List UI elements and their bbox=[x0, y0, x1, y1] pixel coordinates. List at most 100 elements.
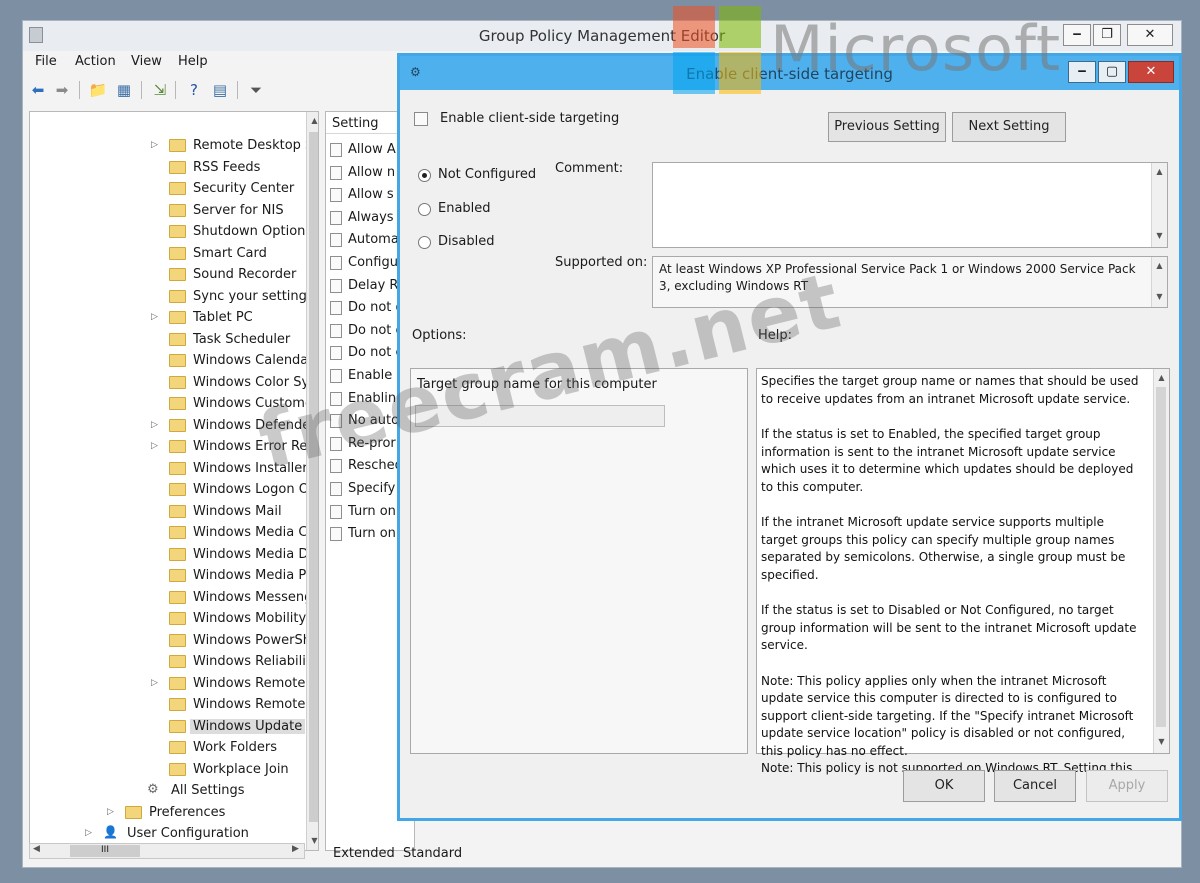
tree-item[interactable]: Workplace Join bbox=[30, 760, 304, 781]
tree-item[interactable]: Windows Media Cente bbox=[30, 523, 318, 544]
radio-enabled-indicator[interactable] bbox=[418, 203, 431, 216]
scroll-up-icon[interactable]: ▲ bbox=[1155, 371, 1168, 385]
tree-item[interactable]: Windows Installer bbox=[30, 459, 308, 480]
dialog-close-button[interactable]: ✕ bbox=[1128, 61, 1174, 83]
expand-arrow-icon[interactable]: ▷ bbox=[151, 441, 161, 451]
expand-arrow-icon[interactable]: ▷ bbox=[151, 312, 161, 322]
help-icon[interactable]: ? bbox=[183, 80, 205, 100]
dialog-minimize-button[interactable]: ‒ bbox=[1068, 61, 1096, 83]
tree-item[interactable]: Windows Calendar bbox=[30, 351, 314, 372]
tree-item[interactable]: ▷ Windows Remote Man bbox=[30, 674, 318, 695]
tab-extended[interactable]: Extended bbox=[333, 846, 395, 861]
tree-item[interactable]: Work Folders bbox=[30, 738, 304, 759]
filter-icon[interactable]: ⏷ bbox=[245, 80, 267, 100]
tree-item[interactable]: Sync your settings bbox=[30, 287, 314, 308]
tree-item[interactable]: Windows PowerShell bbox=[30, 631, 318, 652]
comment-scrollbar[interactable]: ▲ ▼ bbox=[1151, 163, 1167, 247]
forward-icon[interactable]: ➡ bbox=[51, 80, 73, 100]
minimize-button[interactable]: ‒ bbox=[1063, 24, 1091, 46]
scroll-up-icon[interactable]: ▲ bbox=[308, 114, 318, 128]
tree-item[interactable]: Server for NIS bbox=[30, 201, 304, 222]
tree-item[interactable]: ▷ Preferences bbox=[30, 803, 304, 824]
tree-item[interactable]: Windows Update bbox=[30, 717, 306, 738]
expand-arrow-icon[interactable]: ▷ bbox=[151, 678, 161, 688]
tree-item[interactable]: Windows Mail bbox=[30, 502, 304, 523]
expand-arrow-icon[interactable]: ▷ bbox=[151, 420, 161, 430]
show-hide-tree-icon[interactable]: ▦ bbox=[113, 80, 135, 100]
tree-item[interactable]: Sound Recorder bbox=[30, 265, 304, 286]
tree-item-label: Server for NIS bbox=[193, 202, 284, 218]
tree-item[interactable]: Shutdown Options bbox=[30, 222, 312, 243]
radio-not-configured-indicator[interactable] bbox=[418, 169, 431, 182]
tree-item[interactable]: ▷ 👤 User Configuration bbox=[30, 824, 304, 845]
tree-item[interactable]: Windows Remote Shell bbox=[30, 695, 318, 716]
back-icon[interactable]: ⬅ bbox=[27, 80, 49, 100]
tree-item-label: Windows Media Digita bbox=[193, 546, 318, 562]
help-scroll-thumb[interactable] bbox=[1156, 387, 1166, 727]
menu-action[interactable]: Action bbox=[75, 54, 116, 69]
scroll-up-icon[interactable]: ▲ bbox=[1153, 259, 1166, 273]
folder-icon bbox=[169, 741, 186, 754]
previous-setting-button[interactable]: Previous Setting bbox=[828, 112, 946, 142]
tree-item[interactable]: Windows Mobility Cen bbox=[30, 609, 318, 630]
apply-button[interactable]: Apply bbox=[1086, 770, 1168, 802]
tree-item-label: Windows Remote Man bbox=[193, 675, 318, 691]
tree-item[interactable]: Windows Reliability An bbox=[30, 652, 318, 673]
setting-name: Enable client-side targeting bbox=[440, 111, 620, 126]
folder-icon bbox=[169, 526, 186, 539]
tab-standard[interactable]: Standard bbox=[403, 846, 462, 861]
expand-arrow-icon[interactable]: ▷ bbox=[85, 828, 95, 838]
tree-item-label: Security Center bbox=[193, 181, 295, 196]
comment-field[interactable]: ▲ ▼ bbox=[652, 162, 1168, 248]
cancel-button[interactable]: Cancel bbox=[994, 770, 1076, 802]
radio-disabled-indicator[interactable] bbox=[418, 236, 431, 249]
help-scrollbar[interactable]: ▲ ▼ bbox=[1153, 369, 1169, 753]
folder-icon bbox=[169, 332, 186, 346]
tree-item[interactable]: Security Center bbox=[30, 179, 304, 200]
tree-item-label: Task Scheduler bbox=[193, 331, 291, 347]
properties-icon[interactable]: ▤ bbox=[209, 80, 231, 100]
tree-item[interactable]: Smart Card bbox=[30, 244, 304, 265]
radio-disabled-label: Disabled bbox=[438, 234, 495, 249]
scroll-left-icon[interactable]: ◀ bbox=[33, 844, 40, 854]
folder-icon bbox=[169, 612, 186, 625]
tree-item[interactable]: ▷ Remote Desktop Servic bbox=[30, 136, 318, 157]
view-tabs: Extended Standard bbox=[325, 845, 525, 865]
supported-scrollbar[interactable]: ▲ ▼ bbox=[1151, 257, 1167, 307]
tree-item-label: Remote Desktop Servic bbox=[193, 138, 318, 153]
export-list-icon[interactable]: ⇲ bbox=[149, 80, 171, 100]
next-setting-button[interactable]: Next Setting bbox=[952, 112, 1066, 142]
tree-item[interactable]: ⚙ All Settings bbox=[30, 781, 304, 802]
tree-item[interactable]: Task Scheduler bbox=[30, 330, 304, 351]
tree-item-label: Windows Mail bbox=[193, 503, 282, 519]
tree-horizontal-scrollbar[interactable]: ◀ III ▶ bbox=[29, 843, 305, 859]
scroll-up-icon[interactable]: ▲ bbox=[1153, 165, 1166, 179]
restore-button[interactable]: ❐ bbox=[1093, 24, 1121, 46]
tree-item[interactable]: RSS Feeds bbox=[30, 158, 304, 179]
ok-button[interactable]: OK bbox=[903, 770, 985, 802]
menu-file[interactable]: File bbox=[35, 54, 57, 69]
scroll-down-icon[interactable]: ▼ bbox=[1153, 290, 1166, 304]
scroll-down-icon[interactable]: ▼ bbox=[308, 834, 318, 848]
tree-item[interactable]: Windows Media Player bbox=[30, 566, 318, 587]
dialog-maximize-button[interactable]: ▢ bbox=[1098, 61, 1126, 83]
policy-setting-icon bbox=[330, 210, 342, 225]
expand-arrow-icon[interactable]: ▷ bbox=[107, 807, 117, 817]
menu-view[interactable]: View bbox=[131, 54, 162, 69]
up-folder-icon[interactable]: 📁 bbox=[87, 80, 109, 100]
tree-item[interactable]: Windows Media Digita bbox=[30, 545, 318, 566]
setting-header-label: Setting bbox=[332, 116, 379, 131]
scroll-down-icon[interactable]: ▼ bbox=[1155, 735, 1168, 749]
tree-item[interactable]: ▷ Tablet PC bbox=[30, 308, 304, 329]
folder-icon bbox=[169, 590, 186, 604]
menu-help[interactable]: Help bbox=[178, 54, 208, 69]
close-button[interactable]: ✕ bbox=[1127, 24, 1173, 46]
expand-arrow-icon[interactable]: ▷ bbox=[151, 140, 161, 150]
scroll-down-icon[interactable]: ▼ bbox=[1153, 229, 1166, 243]
tree-item[interactable]: Windows Messenger bbox=[30, 588, 318, 609]
tree-vertical-scrollbar[interactable]: ▲ ▼ bbox=[306, 112, 318, 850]
tree-hscroll-thumb[interactable]: III bbox=[70, 845, 140, 857]
tree-item[interactable]: Windows Color System bbox=[30, 373, 318, 394]
tree-item[interactable]: Windows Logon Optio bbox=[30, 480, 318, 501]
scroll-right-icon[interactable]: ▶ bbox=[292, 844, 299, 854]
